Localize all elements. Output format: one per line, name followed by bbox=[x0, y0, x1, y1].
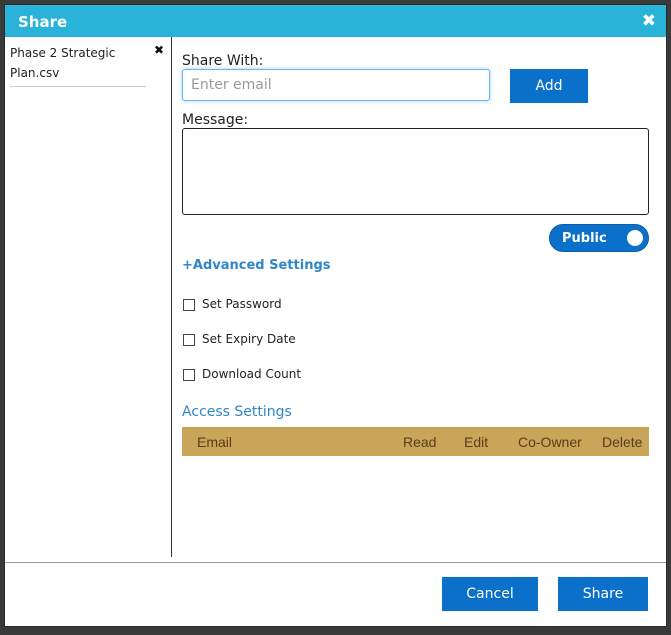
public-toggle[interactable]: Public bbox=[549, 224, 649, 252]
share-dialog: Share ✖ Phase 2 Strategic Plan.csv ✖ Sha… bbox=[4, 4, 667, 627]
advanced-settings-link[interactable]: +Advanced Settings bbox=[182, 258, 331, 273]
download-count-label: Download Count bbox=[202, 367, 302, 381]
set-expiry-date-label: Set Expiry Date bbox=[202, 332, 296, 346]
dialog-title: Share bbox=[18, 13, 68, 31]
column-delete: Delete bbox=[602, 434, 643, 450]
column-email: Email bbox=[197, 434, 233, 450]
access-table-header: Email Read Edit Co-Owner Delete bbox=[182, 427, 649, 456]
advanced-settings-label: Advanced Settings bbox=[192, 258, 331, 273]
remove-icon[interactable]: ✖ bbox=[154, 43, 164, 57]
set-expiry-date-checkbox[interactable] bbox=[183, 334, 195, 346]
file-list-panel: Phase 2 Strategic Plan.csv ✖ bbox=[5, 37, 172, 557]
share-with-label: Share With: bbox=[182, 53, 264, 69]
add-button[interactable]: Add bbox=[510, 69, 588, 103]
plus-icon: + bbox=[182, 258, 193, 273]
message-label: Message: bbox=[182, 112, 249, 128]
cancel-button[interactable]: Cancel bbox=[442, 577, 538, 611]
access-settings-title: Access Settings bbox=[182, 404, 292, 420]
dialog-titlebar: Share ✖ bbox=[5, 5, 666, 37]
email-input[interactable] bbox=[182, 69, 490, 101]
file-list-item: Phase 2 Strategic Plan.csv bbox=[10, 43, 146, 87]
column-read: Read bbox=[403, 434, 437, 450]
message-field[interactable] bbox=[182, 128, 649, 215]
column-edit: Edit bbox=[464, 434, 489, 450]
footer-divider bbox=[5, 562, 666, 563]
download-count-checkbox[interactable] bbox=[183, 369, 195, 381]
toggle-knob bbox=[627, 230, 643, 246]
set-password-label: Set Password bbox=[202, 297, 282, 311]
column-co-owner: Co-Owner bbox=[518, 434, 582, 450]
file-name: Phase 2 Strategic Plan.csv bbox=[10, 46, 116, 80]
share-button[interactable]: Share bbox=[558, 577, 648, 611]
public-toggle-label: Public bbox=[562, 231, 607, 246]
close-icon[interactable]: ✖ bbox=[642, 11, 656, 31]
set-password-checkbox[interactable] bbox=[183, 299, 195, 311]
